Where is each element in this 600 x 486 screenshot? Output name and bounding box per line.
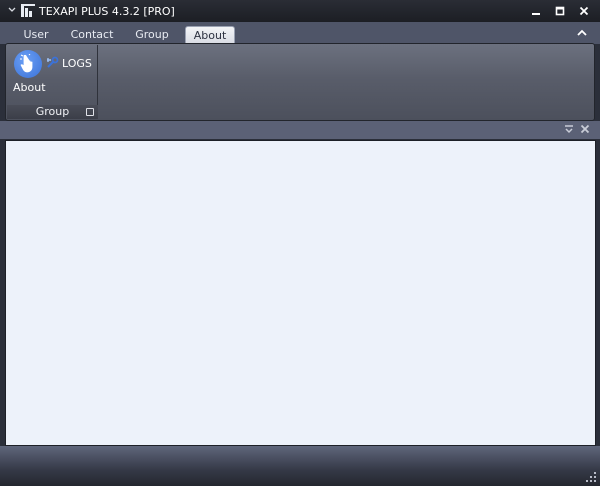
pin-icon[interactable]: [564, 124, 574, 134]
hand-pointer-icon: [14, 50, 42, 78]
ribbon-panel: About LOGS Group: [5, 43, 595, 121]
close-button[interactable]: [574, 2, 594, 20]
app-logo-icon: [21, 4, 35, 18]
maximize-button[interactable]: [550, 2, 570, 20]
tab-contact[interactable]: Contact: [68, 26, 116, 44]
tab-about[interactable]: About: [185, 26, 235, 44]
panel-close-icon[interactable]: [580, 124, 590, 134]
group-caption-label: Group: [35, 105, 70, 118]
ribbon-group-caption: Group: [7, 105, 98, 119]
close-icon: [579, 6, 589, 16]
main-content-area: [5, 140, 596, 446]
title-bar: TEXAPI PLUS 4.3.2 [PRO]: [0, 0, 600, 22]
dialog-launcher-icon[interactable]: [86, 108, 94, 116]
maximize-icon: [555, 6, 565, 16]
logs-button-label: LOGS: [62, 56, 92, 70]
chevron-up-icon: [577, 29, 587, 36]
ribbon-collapse-button[interactable]: [576, 27, 588, 39]
resize-grip-icon[interactable]: [586, 472, 596, 482]
ribbon-tab-strip: User Contact Group About: [0, 22, 600, 44]
ribbon-group: About LOGS Group: [7, 45, 98, 119]
logs-icon: [47, 56, 59, 68]
window-title: TEXAPI PLUS 4.3.2 [PRO]: [39, 4, 175, 18]
status-bar: [0, 446, 600, 486]
system-menu-icon[interactable]: [6, 6, 18, 16]
about-button-label: About: [13, 81, 46, 94]
logs-button[interactable]: LOGS: [45, 55, 92, 71]
panel-header: [0, 121, 600, 139]
about-button[interactable]: About: [11, 49, 47, 94]
tab-group[interactable]: Group: [130, 26, 174, 44]
tab-user[interactable]: User: [18, 26, 54, 44]
minimize-icon: [532, 13, 540, 15]
minimize-button[interactable]: [526, 2, 546, 20]
